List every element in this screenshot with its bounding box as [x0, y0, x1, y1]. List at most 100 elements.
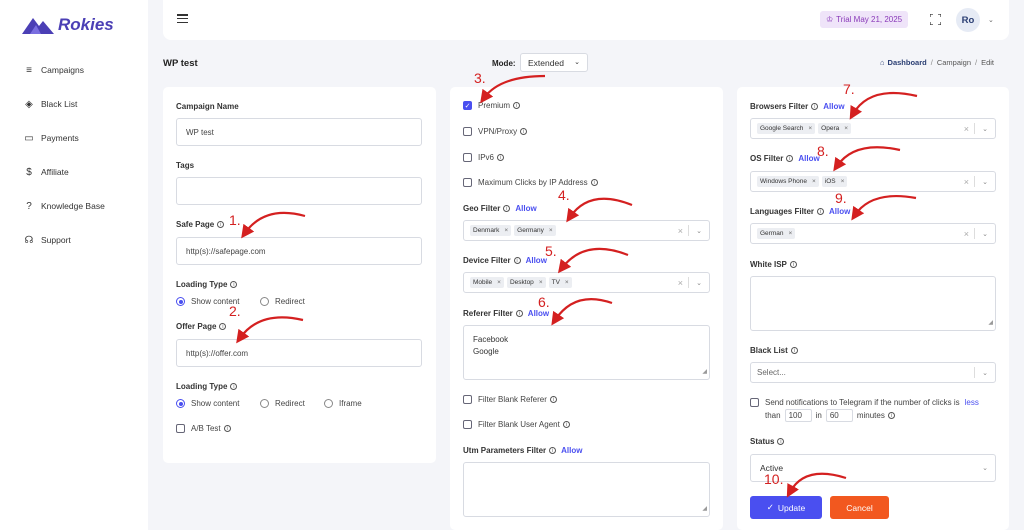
utm-allow-link[interactable]: Allow: [561, 446, 582, 455]
chevron-down-icon[interactable]: ⌄: [988, 16, 994, 24]
radio-unchecked[interactable]: [260, 399, 269, 408]
checkbox[interactable]: [463, 127, 472, 136]
device-allow-link[interactable]: Allow: [526, 256, 547, 265]
fullscreen-icon[interactable]: [930, 14, 941, 25]
redirect-radio[interactable]: Redirect: [260, 297, 305, 306]
geo-allow-link[interactable]: Allow: [515, 204, 536, 213]
sidebar-item-payments[interactable]: ▭ Payments: [23, 132, 79, 144]
sidebar-item-campaigns[interactable]: ≡ Campaigns: [23, 64, 84, 76]
checkbox[interactable]: [463, 395, 472, 404]
checkbox[interactable]: [463, 153, 472, 162]
chevron-down-icon[interactable]: ⌄: [982, 230, 988, 238]
mode-select[interactable]: Extended ⌄: [520, 53, 588, 72]
minutes-input[interactable]: 60: [825, 409, 853, 422]
remove-tag-icon[interactable]: ×: [504, 227, 508, 234]
languages-filter-select[interactable]: German × × ⌄: [750, 223, 996, 244]
divider: [688, 225, 689, 236]
campaign-name-input[interactable]: WP test: [176, 118, 422, 146]
update-button[interactable]: ✓ Update: [750, 496, 822, 519]
languages-allow-link[interactable]: Allow: [829, 207, 850, 216]
sidebar-item-black-list[interactable]: ◈ Black List: [23, 98, 77, 110]
clicks-threshold-input[interactable]: 100: [784, 409, 812, 422]
checkbox-checked[interactable]: ✓: [463, 101, 472, 110]
browsers-filter-select[interactable]: Google Search × Opera × × ⌄: [750, 118, 996, 139]
white-isp-textarea[interactable]: ◢: [750, 276, 996, 331]
chevron-down-icon[interactable]: ⌄: [696, 227, 702, 235]
clear-icon[interactable]: ×: [678, 226, 683, 236]
safe-page-input[interactable]: http(s)://safepage.com: [176, 237, 422, 265]
iframe-radio[interactable]: Iframe: [324, 399, 362, 408]
avatar[interactable]: Ro: [956, 8, 980, 32]
device-filter-select[interactable]: Mobile × Desktop × TV × × ⌄: [463, 272, 710, 293]
radio-checked[interactable]: [176, 399, 185, 408]
remove-tag-icon[interactable]: ×: [497, 279, 501, 286]
clear-icon[interactable]: ×: [964, 124, 969, 134]
filter-blank-ua-checkbox[interactable]: Filter Blank User Agent i: [463, 420, 570, 429]
remove-tag-icon[interactable]: ×: [549, 227, 553, 234]
sidebar-item-affiliate[interactable]: $ Affiliate: [23, 166, 69, 178]
ab-test-checkbox[interactable]: A/B Test i: [176, 424, 231, 433]
cancel-button[interactable]: Cancel: [830, 496, 889, 519]
show-content-radio-2[interactable]: Show content: [176, 399, 239, 408]
resize-grip-icon[interactable]: ◢: [988, 317, 993, 329]
geo-filter-select[interactable]: Denmark × Germany × × ⌄: [463, 220, 710, 241]
trial-badge[interactable]: ♔ Trial May 21, 2025: [820, 11, 909, 28]
radio-unchecked[interactable]: [260, 297, 269, 306]
ipv6-checkbox[interactable]: IPv6 i: [463, 153, 505, 162]
remove-tag-icon[interactable]: ×: [808, 125, 812, 132]
sidebar-item-support[interactable]: ☊ Support: [23, 234, 71, 246]
os-filter-select[interactable]: Windows Phone × iOS × × ⌄: [750, 171, 996, 192]
referer-textarea[interactable]: Facebook Google ◢: [463, 325, 710, 380]
black-list-select[interactable]: Select... ⌄: [750, 362, 996, 383]
clear-icon[interactable]: ×: [964, 229, 969, 239]
trial-text: Trial May 21, 2025: [836, 15, 903, 24]
menu-toggle-icon[interactable]: [177, 14, 188, 24]
sidebar-item-knowledge-base[interactable]: ? Knowledge Base: [23, 200, 105, 212]
checkbox[interactable]: [463, 420, 472, 429]
checkbox[interactable]: [463, 178, 472, 187]
checkbox[interactable]: [176, 424, 185, 433]
max-clicks-checkbox[interactable]: Maximum Clicks by IP Address i: [463, 178, 598, 187]
clear-icon[interactable]: ×: [964, 177, 969, 187]
checkbox[interactable]: [750, 398, 759, 407]
annotation-3: 3.: [474, 70, 486, 86]
info-icon: i: [789, 261, 797, 268]
remove-tag-icon[interactable]: ×: [565, 279, 569, 286]
vpn-proxy-checkbox[interactable]: VPN/Proxy i: [463, 127, 528, 136]
chevron-down-icon[interactable]: ⌄: [982, 369, 988, 377]
info-icon: i: [513, 257, 521, 264]
remove-tag-icon[interactable]: ×: [812, 178, 816, 185]
utm-textarea[interactable]: ◢: [463, 462, 710, 517]
remove-tag-icon[interactable]: ×: [539, 279, 543, 286]
chevron-down-icon[interactable]: ⌄: [982, 464, 988, 472]
white-isp-label: White ISP i: [750, 260, 797, 269]
remove-tag-icon[interactable]: ×: [844, 125, 848, 132]
info-icon: i: [790, 347, 798, 354]
status-select[interactable]: Active ⌄: [750, 454, 996, 482]
resize-grip-icon[interactable]: ◢: [702, 366, 707, 378]
redirect-radio-2[interactable]: Redirect: [260, 399, 305, 408]
clear-icon[interactable]: ×: [678, 278, 683, 288]
resize-grip-icon[interactable]: ◢: [702, 503, 707, 515]
chevron-down-icon[interactable]: ⌄: [982, 178, 988, 186]
remove-tag-icon[interactable]: ×: [841, 178, 845, 185]
logo[interactable]: Rokies: [22, 14, 114, 36]
tag: iOS ×: [821, 176, 848, 187]
premium-checkbox[interactable]: ✓ Premium i: [463, 101, 521, 110]
breadcrumb-dashboard[interactable]: ⌂ Dashboard: [880, 58, 927, 67]
info-icon: i: [230, 281, 238, 288]
browsers-allow-link[interactable]: Allow: [823, 102, 844, 111]
offer-page-input[interactable]: http(s)://offer.com: [176, 339, 422, 367]
radio-checked[interactable]: [176, 297, 185, 306]
tags-input[interactable]: [176, 177, 422, 205]
telegram-less-link[interactable]: less: [965, 398, 979, 407]
chevron-down-icon[interactable]: ⌄: [696, 279, 702, 287]
chevron-down-icon[interactable]: ⌄: [982, 125, 988, 133]
filter-blank-referer-checkbox[interactable]: Filter Blank Referer i: [463, 395, 557, 404]
breadcrumb-campaign[interactable]: Campaign: [937, 58, 971, 67]
radio-unchecked[interactable]: [324, 399, 333, 408]
black-list-label: Black List i: [750, 346, 798, 355]
telegram-notify-checkbox[interactable]: Send notifications to Telegram if the nu…: [750, 398, 979, 407]
remove-tag-icon[interactable]: ×: [788, 230, 792, 237]
referer-allow-link[interactable]: Allow: [528, 309, 549, 318]
